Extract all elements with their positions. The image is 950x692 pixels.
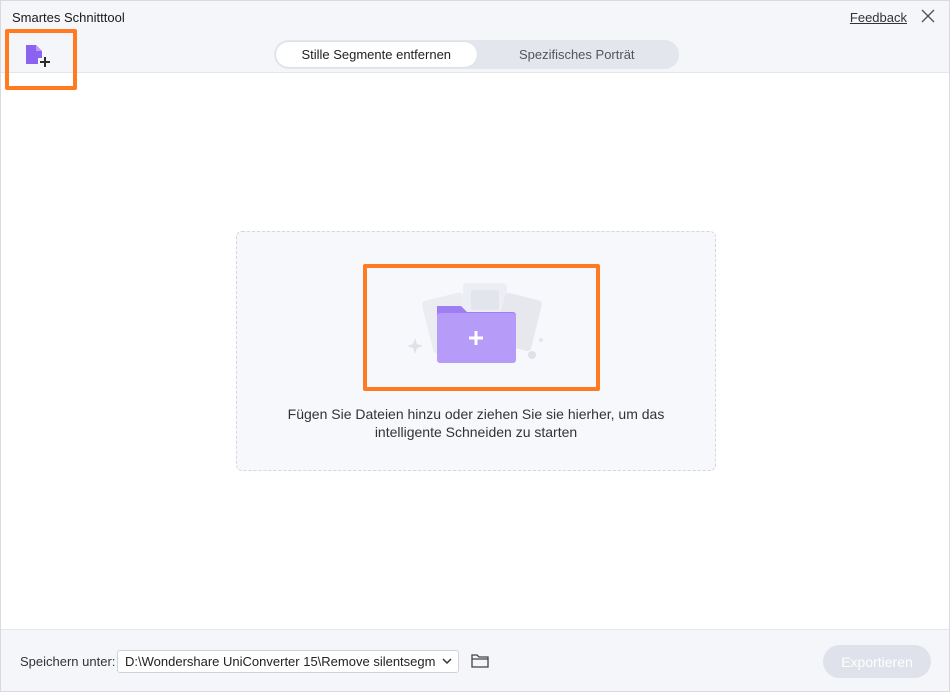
- add-file-button[interactable]: [5, 29, 77, 90]
- close-button[interactable]: [919, 7, 937, 25]
- app-title: Smartes Schnitttool: [12, 10, 125, 25]
- open-folder-button[interactable]: [471, 653, 489, 669]
- add-files-target[interactable]: [363, 264, 600, 391]
- drop-instructions: Fügen Sie Dateien hinzu oder ziehen Sie …: [287, 406, 665, 440]
- save-path-value: D:\Wondershare UniConverter 15\Remove si…: [125, 654, 435, 669]
- save-path-select[interactable]: D:\Wondershare UniConverter 15\Remove si…: [117, 650, 459, 673]
- add-file-icon: [26, 45, 50, 67]
- folder-add-icon: [407, 283, 543, 363]
- chevron-down-icon: [442, 658, 452, 665]
- export-button[interactable]: Exportieren: [823, 645, 931, 678]
- tab-remove-silent-segments[interactable]: Stille Segmente entfernen: [276, 42, 477, 67]
- tab-specific-portrait[interactable]: Spezifisches Porträt: [477, 42, 678, 67]
- title-bar: Smartes Schnitttool Feedback Stille Segm…: [1, 1, 949, 73]
- folder-icon: [471, 654, 489, 668]
- save-location-label: Speichern unter:: [20, 654, 116, 669]
- close-icon: [921, 9, 935, 23]
- drop-zone[interactable]: Fügen Sie Dateien hinzu oder ziehen Sie …: [236, 231, 716, 471]
- smart-cut-window: Smartes Schnitttool Feedback Stille Segm…: [0, 0, 950, 692]
- feedback-link[interactable]: Feedback: [850, 10, 907, 25]
- bottom-bar: Speichern unter: D:\Wondershare UniConve…: [1, 629, 949, 691]
- mode-tabs: Stille Segmente entfernen Spezifisches P…: [274, 40, 679, 69]
